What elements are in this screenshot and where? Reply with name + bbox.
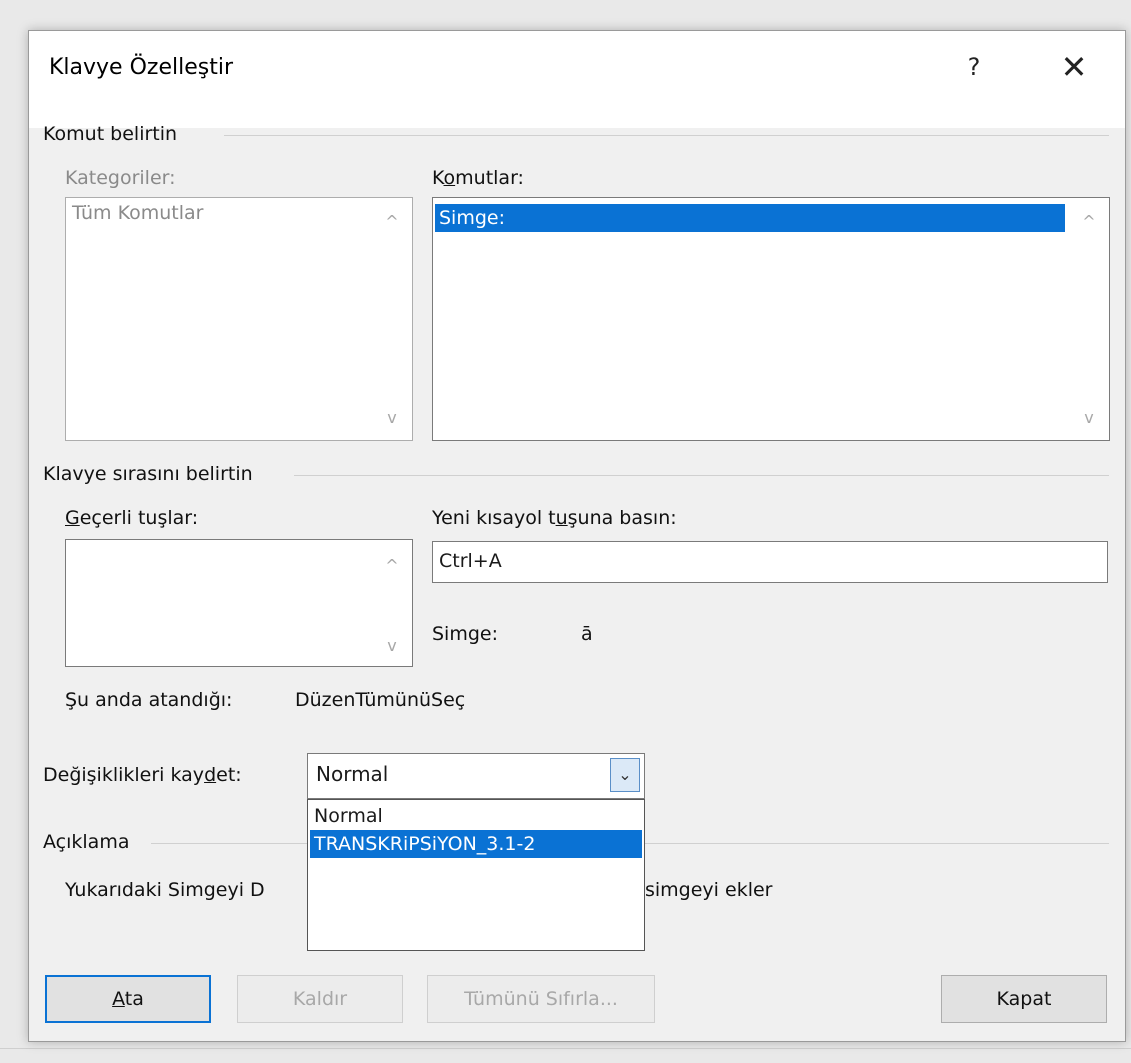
remove-button[interactable]: Kaldır [237, 975, 403, 1023]
save-changes-combobox[interactable]: Normal ⌄ [307, 753, 645, 799]
title-bar: Klavye Özelleştir ? ✕ [29, 31, 1125, 128]
description-text-right: simgeyi ekler [645, 879, 773, 901]
categories-label: Kategoriler: [65, 167, 176, 189]
symbol-label: Simge: [432, 623, 498, 645]
categories-listbox[interactable]: Tüm Komutlar ^ v [65, 197, 413, 441]
list-item[interactable]: Tüm Komutlar [68, 202, 203, 224]
help-button[interactable]: ? [954, 47, 994, 87]
description-text-left: Yukarıdaki Simgeyi D [65, 879, 265, 901]
customize-keyboard-dialog: Klavye Özelleştir ? ✕ Komut belirtin Kat… [28, 30, 1126, 1042]
chevron-down-icon[interactable]: ⌄ [610, 758, 640, 792]
description-label: Açıklama [43, 831, 130, 853]
current-keys-label: Geçerli tuşlar: [65, 507, 199, 529]
group-divider [294, 475, 1109, 476]
scroll-down-icon[interactable]: v [1079, 408, 1099, 428]
combobox-value: Normal [316, 762, 389, 786]
command-group-label: Komut belirtin [43, 123, 178, 145]
commands-listbox[interactable]: Simge: ^ v [432, 197, 1110, 441]
scroll-down-icon[interactable]: v [382, 636, 402, 656]
symbol-value: ā [581, 623, 593, 645]
dropdown-option[interactable]: TRANSKRiPSiYON_3.1-2 [310, 830, 642, 858]
current-keys-listbox[interactable]: ^ v [65, 539, 413, 667]
keyboard-group-label: Klavye sırasını belirtin [43, 463, 253, 485]
dialog-title: Klavye Özelleştir [49, 55, 233, 80]
save-changes-label: Değişiklikleri kaydet: [43, 764, 242, 786]
new-shortcut-input[interactable]: Ctrl+A [432, 541, 1108, 583]
reset-all-button[interactable]: Tümünü Sıfırla... [427, 975, 655, 1023]
new-shortcut-label: Yeni kısayol tuşuna basın: [432, 507, 677, 529]
list-item[interactable]: Simge: [435, 204, 1065, 232]
scroll-down-icon[interactable]: v [382, 408, 402, 428]
group-divider [224, 135, 1109, 136]
assign-button[interactable]: Ata [45, 975, 211, 1023]
commands-label: Komutlar: [432, 167, 524, 189]
dropdown-option[interactable]: Normal [310, 802, 642, 830]
scroll-up-icon[interactable]: ^ [1079, 212, 1099, 232]
scroll-up-icon[interactable]: ^ [382, 212, 402, 232]
assigned-label: Şu anda atandığı: [65, 689, 233, 711]
assigned-value: DüzenTümünüSeç [295, 689, 466, 711]
save-changes-dropdown: Normal TRANSKRiPSiYON_3.1-2 [307, 799, 645, 951]
scroll-up-icon[interactable]: ^ [382, 556, 402, 576]
close-icon[interactable]: ✕ [1049, 45, 1099, 89]
divider [0, 1048, 1131, 1049]
close-button[interactable]: Kapat [941, 975, 1107, 1023]
